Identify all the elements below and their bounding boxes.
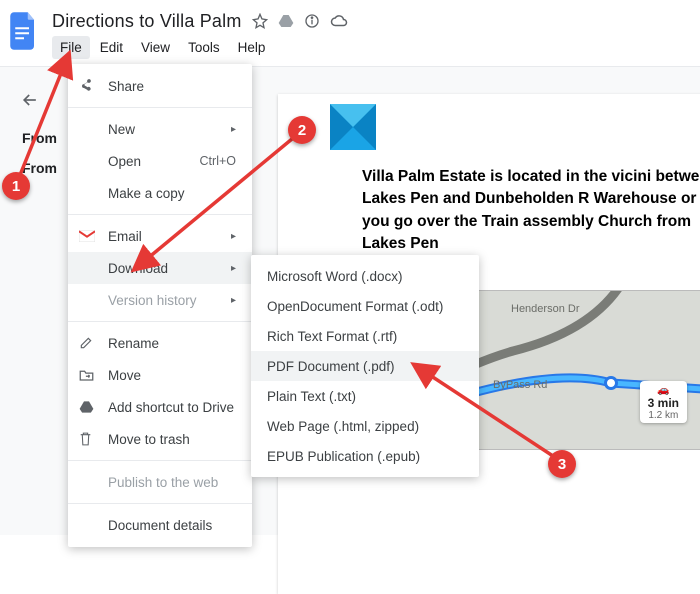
document-title[interactable]: Directions to Villa Palm: [52, 11, 242, 32]
map-drive-time: 3 min: [648, 396, 679, 410]
download-rtf[interactable]: Rich Text Format (.rtf): [251, 321, 479, 351]
document-paragraph: Villa Palm Estate is located in the vici…: [362, 166, 700, 256]
file-menu-trash[interactable]: Move to trash: [68, 423, 252, 455]
annotation-arrow-3: [410, 360, 570, 470]
drive-icon[interactable]: [278, 13, 294, 29]
annotation-callout-2: 2: [288, 116, 316, 144]
file-menu-details[interactable]: Document details: [68, 509, 252, 541]
submenu-arrow-icon: ▸: [231, 295, 236, 306]
file-menu-publish[interactable]: Publish to the web: [68, 466, 252, 498]
file-menu-move[interactable]: Move: [68, 359, 252, 391]
file-menu-rename[interactable]: Rename: [68, 327, 252, 359]
menu-edit[interactable]: Edit: [92, 36, 131, 59]
cloud-saved-icon[interactable]: [330, 13, 348, 29]
menu-tools[interactable]: Tools: [180, 36, 228, 59]
menu-help[interactable]: Help: [230, 36, 274, 59]
menu-view[interactable]: View: [133, 36, 178, 59]
drive-shortcut-icon: [79, 400, 94, 414]
map-road-label-1: Henderson Dr: [511, 303, 579, 315]
annotation-arrow-1: [10, 50, 80, 190]
menu-bar: File Edit View Tools Help: [52, 36, 348, 59]
star-icon[interactable]: [252, 13, 268, 29]
embedded-logo-icon: [330, 104, 376, 150]
map-drive-badge: 🚗 3 min 1.2 km: [640, 381, 687, 423]
move-icon: [79, 369, 94, 382]
annotation-callout-3: 3: [548, 450, 576, 478]
download-odt[interactable]: OpenDocument Format (.odt): [251, 291, 479, 321]
app-header: Directions to Villa Palm File Edit View …: [0, 0, 700, 59]
file-menu-add-shortcut[interactable]: Add shortcut to Drive: [68, 391, 252, 423]
annotation-arrow-2: [130, 128, 310, 278]
title-block: Directions to Villa Palm File Edit View …: [42, 8, 348, 59]
trash-icon: [79, 432, 92, 447]
docs-logo-icon[interactable]: [6, 8, 42, 54]
file-menu-version-history[interactable]: Version history▸: [68, 284, 252, 316]
rename-icon: [79, 336, 93, 350]
file-menu-share[interactable]: Share: [68, 70, 252, 102]
gmail-icon: [79, 230, 95, 242]
annotation-callout-1: 1: [2, 172, 30, 200]
map-drive-dist: 1.2 km: [648, 410, 679, 421]
info-icon[interactable]: [304, 13, 320, 29]
share-icon: [79, 79, 94, 94]
